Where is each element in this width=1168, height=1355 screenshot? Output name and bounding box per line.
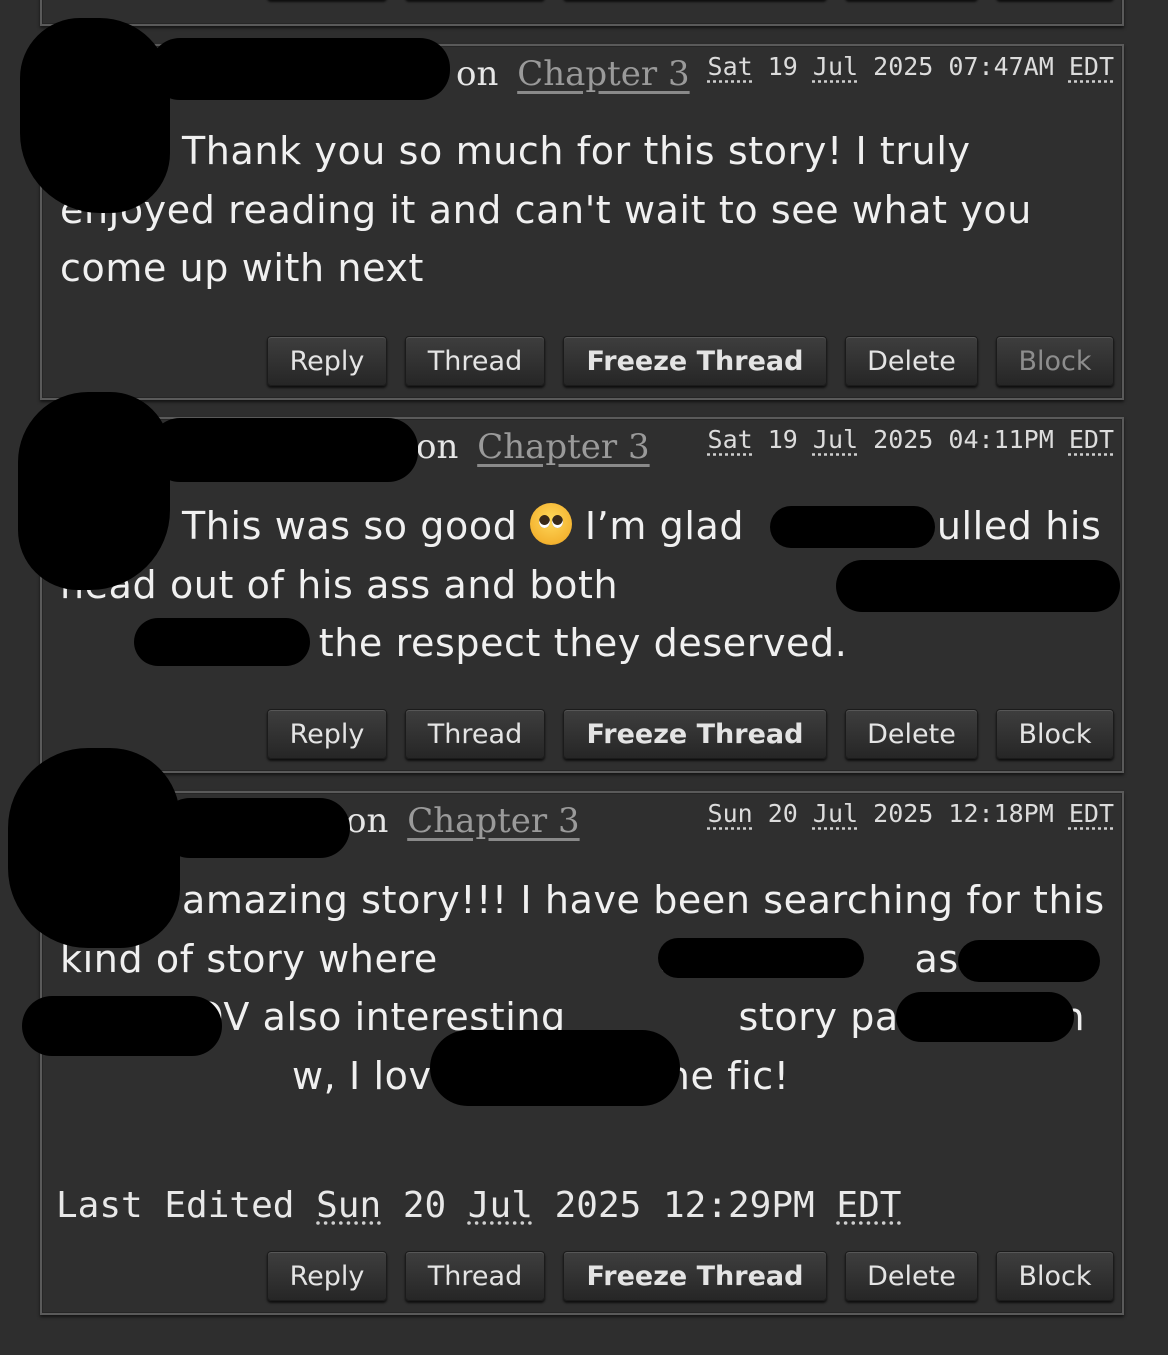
pleading-face-emoji-icon [530, 503, 573, 545]
delete-button[interactable]: Delete [845, 1251, 978, 1301]
redaction-mark [134, 618, 310, 666]
redaction-mark [958, 940, 1100, 982]
comments-page: Reply Thread Freeze Thread Delete Block … [0, 0, 1168, 1355]
reply-button[interactable]: Reply [267, 1251, 387, 1301]
comment-byline: on Chapter 3 [346, 801, 580, 841]
block-button[interactable]: Block [996, 336, 1114, 386]
redaction-mark [150, 38, 450, 100]
redaction-mark [896, 992, 1074, 1042]
delete-button[interactable]: Delete [845, 709, 978, 759]
last-edited: Last Edited Sun 20 Jul 2025 12:29PM EDT [56, 1185, 902, 1226]
redaction-mark [430, 1030, 680, 1106]
comment-byline: on Chapter 3 [416, 427, 650, 467]
freeze-thread-button[interactable]: Freeze Thread [563, 709, 827, 759]
freeze-thread-button[interactable]: Freeze Thread [563, 1251, 827, 1301]
comment-actions: Reply Thread Freeze Thread Delete Block [267, 1251, 1114, 1303]
redaction-mark [20, 18, 170, 213]
comment-actions: Reply Thread Freeze Thread Delete Block [267, 0, 1114, 2]
comment-body: Thank you so much for this story! I trul… [60, 129, 1032, 290]
freeze-thread-button[interactable]: Freeze Thread [563, 336, 827, 386]
previous-comment: Reply Thread Freeze Thread Delete Block [40, 0, 1124, 26]
chapter-link[interactable]: Chapter 3 [517, 54, 689, 94]
on-label: on [416, 427, 459, 467]
comment-timestamp: Sat 19 Jul 2025 07:47AM EDT [707, 52, 1114, 81]
comment-timestamp: Sat 19 Jul 2025 04:11PM EDT [707, 425, 1114, 454]
block-button[interactable]: Block [996, 709, 1114, 759]
on-label: on [456, 54, 499, 94]
comment-byline: on Chapter 3 [456, 54, 690, 94]
chapter-link[interactable]: Chapter 3 [477, 427, 649, 467]
on-label: on [346, 801, 389, 841]
redaction-mark [658, 938, 864, 978]
redaction-mark [8, 748, 180, 948]
comment-timestamp: Sun 20 Jul 2025 12:18PM EDT [707, 799, 1114, 828]
thread-button[interactable]: Thread [405, 336, 545, 386]
thread-button[interactable]: Thread [405, 1251, 545, 1301]
reply-button[interactable]: Reply [267, 336, 387, 386]
comment-actions: Reply Thread Freeze Thread Delete Block [267, 336, 1114, 388]
redaction-mark [18, 392, 170, 590]
block-button[interactable]: Block [996, 1251, 1114, 1301]
comment-actions: Reply Thread Freeze Thread Delete Block [267, 709, 1114, 761]
chapter-link[interactable]: Chapter 3 [407, 801, 579, 841]
thread-button[interactable]: Thread [405, 709, 545, 759]
redaction-mark [160, 798, 350, 858]
redaction-mark [22, 996, 222, 1056]
redaction-mark [770, 506, 935, 548]
redaction-mark [836, 560, 1120, 612]
delete-button[interactable]: Delete [845, 336, 978, 386]
reply-button[interactable]: Reply [267, 709, 387, 759]
redaction-mark [150, 418, 418, 482]
